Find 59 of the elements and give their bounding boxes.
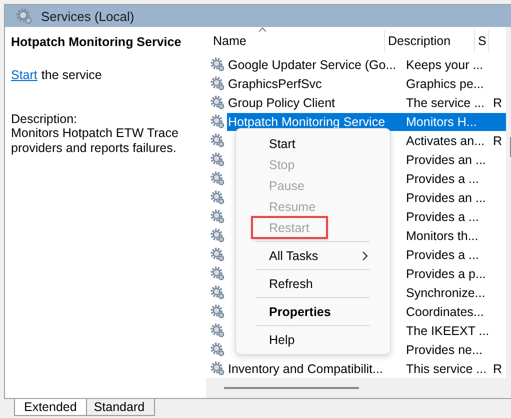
table-cell-text: This service ...: [405, 362, 488, 376]
table-cell-text: Provides a p...: [405, 266, 487, 280]
tab[interactable]: Extended: [14, 399, 87, 416]
gear-icon: [210, 361, 225, 376]
scrollbar-thumb[interactable]: [224, 387, 359, 389]
gear-icon: [210, 209, 225, 224]
gear-icon: [210, 57, 225, 72]
table-cell-text: R: [492, 134, 504, 148]
chevron-icon: [362, 250, 368, 260]
table-row[interactable]: Google Updater Service (Go... Keeps your ...: [227, 56, 506, 74]
table-cell-text: Activates an...: [405, 134, 486, 148]
table-cell-text: R: [492, 362, 504, 376]
column-header[interactable]: S: [475, 30, 489, 52]
table-cell-text: GraphicsPerfSvc: [227, 76, 323, 90]
table-cell-text: Group Policy Client: [227, 96, 336, 110]
gear-icon: [210, 171, 225, 186]
table-cell-text: The service ...: [405, 96, 486, 110]
menu-item[interactable]: Start: [244, 133, 382, 154]
table-cell-text: Google Updater Service (Go...: [227, 58, 398, 72]
menu-item[interactable]: Properties: [244, 301, 382, 322]
description-text: Monitors Hotpatch ETW Trace providers and reports failures.: [11, 126, 180, 156]
gear-icon: [15, 7, 33, 25]
table-cell-text: Keeps your ...: [405, 58, 484, 72]
table-row[interactable]: GraphicsPerfSvc Graphics pe...: [227, 74, 506, 92]
table-cell-text: The IKEEXT ...: [405, 324, 490, 338]
table-row[interactable]: Group Policy Client The service ... R: [227, 94, 506, 112]
table-cell-text: Provides a ...: [405, 210, 480, 224]
gear-icon: [210, 95, 225, 110]
gear-icon: [210, 76, 225, 91]
table-row[interactable]: Hotpatch Monitoring Service Monitors H...: [227, 112, 506, 130]
description-label: Description:: [11, 112, 78, 126]
start-link[interactable]: Start: [11, 68, 38, 82]
column-header[interactable]: Name: [210, 30, 385, 52]
service-name: Hotpatch Monitoring Service: [11, 35, 182, 49]
gear-icon: [210, 285, 225, 300]
column-header[interactable]: Description: [385, 30, 475, 52]
gear-icon: [210, 152, 225, 167]
panel-title: Services (Local): [41, 8, 134, 24]
table-cell-text: Hotpatch Monitoring Service: [227, 114, 386, 128]
table-cell-text: R: [492, 96, 504, 110]
table-cell-text: Monitors H...: [405, 114, 478, 128]
gear-icon: [210, 190, 225, 205]
menu-item[interactable]: All Tasks: [244, 245, 382, 266]
gear-icon: [210, 266, 225, 281]
sort-caret-icon: [258, 27, 267, 32]
gear-icon: [210, 228, 225, 243]
menu-item[interactable]: Refresh: [244, 273, 382, 294]
gear-icon: [210, 304, 225, 319]
gear-icon: [210, 323, 225, 338]
gear-icon: [210, 342, 225, 357]
menu-item[interactable]: Help: [244, 329, 382, 350]
gear-icon: [210, 114, 225, 129]
action-text: the service: [41, 68, 102, 82]
table-cell-text: Graphics pe...: [405, 76, 485, 90]
gear-icon: [210, 133, 225, 148]
table-row[interactable]: Inventory and Compatibilit... This service ... R: [227, 360, 506, 378]
table-cell-text: Provides an ...: [405, 190, 487, 204]
gear-icon: [210, 247, 225, 262]
table-cell-text: Inventory and Compatibilit...: [227, 362, 384, 376]
